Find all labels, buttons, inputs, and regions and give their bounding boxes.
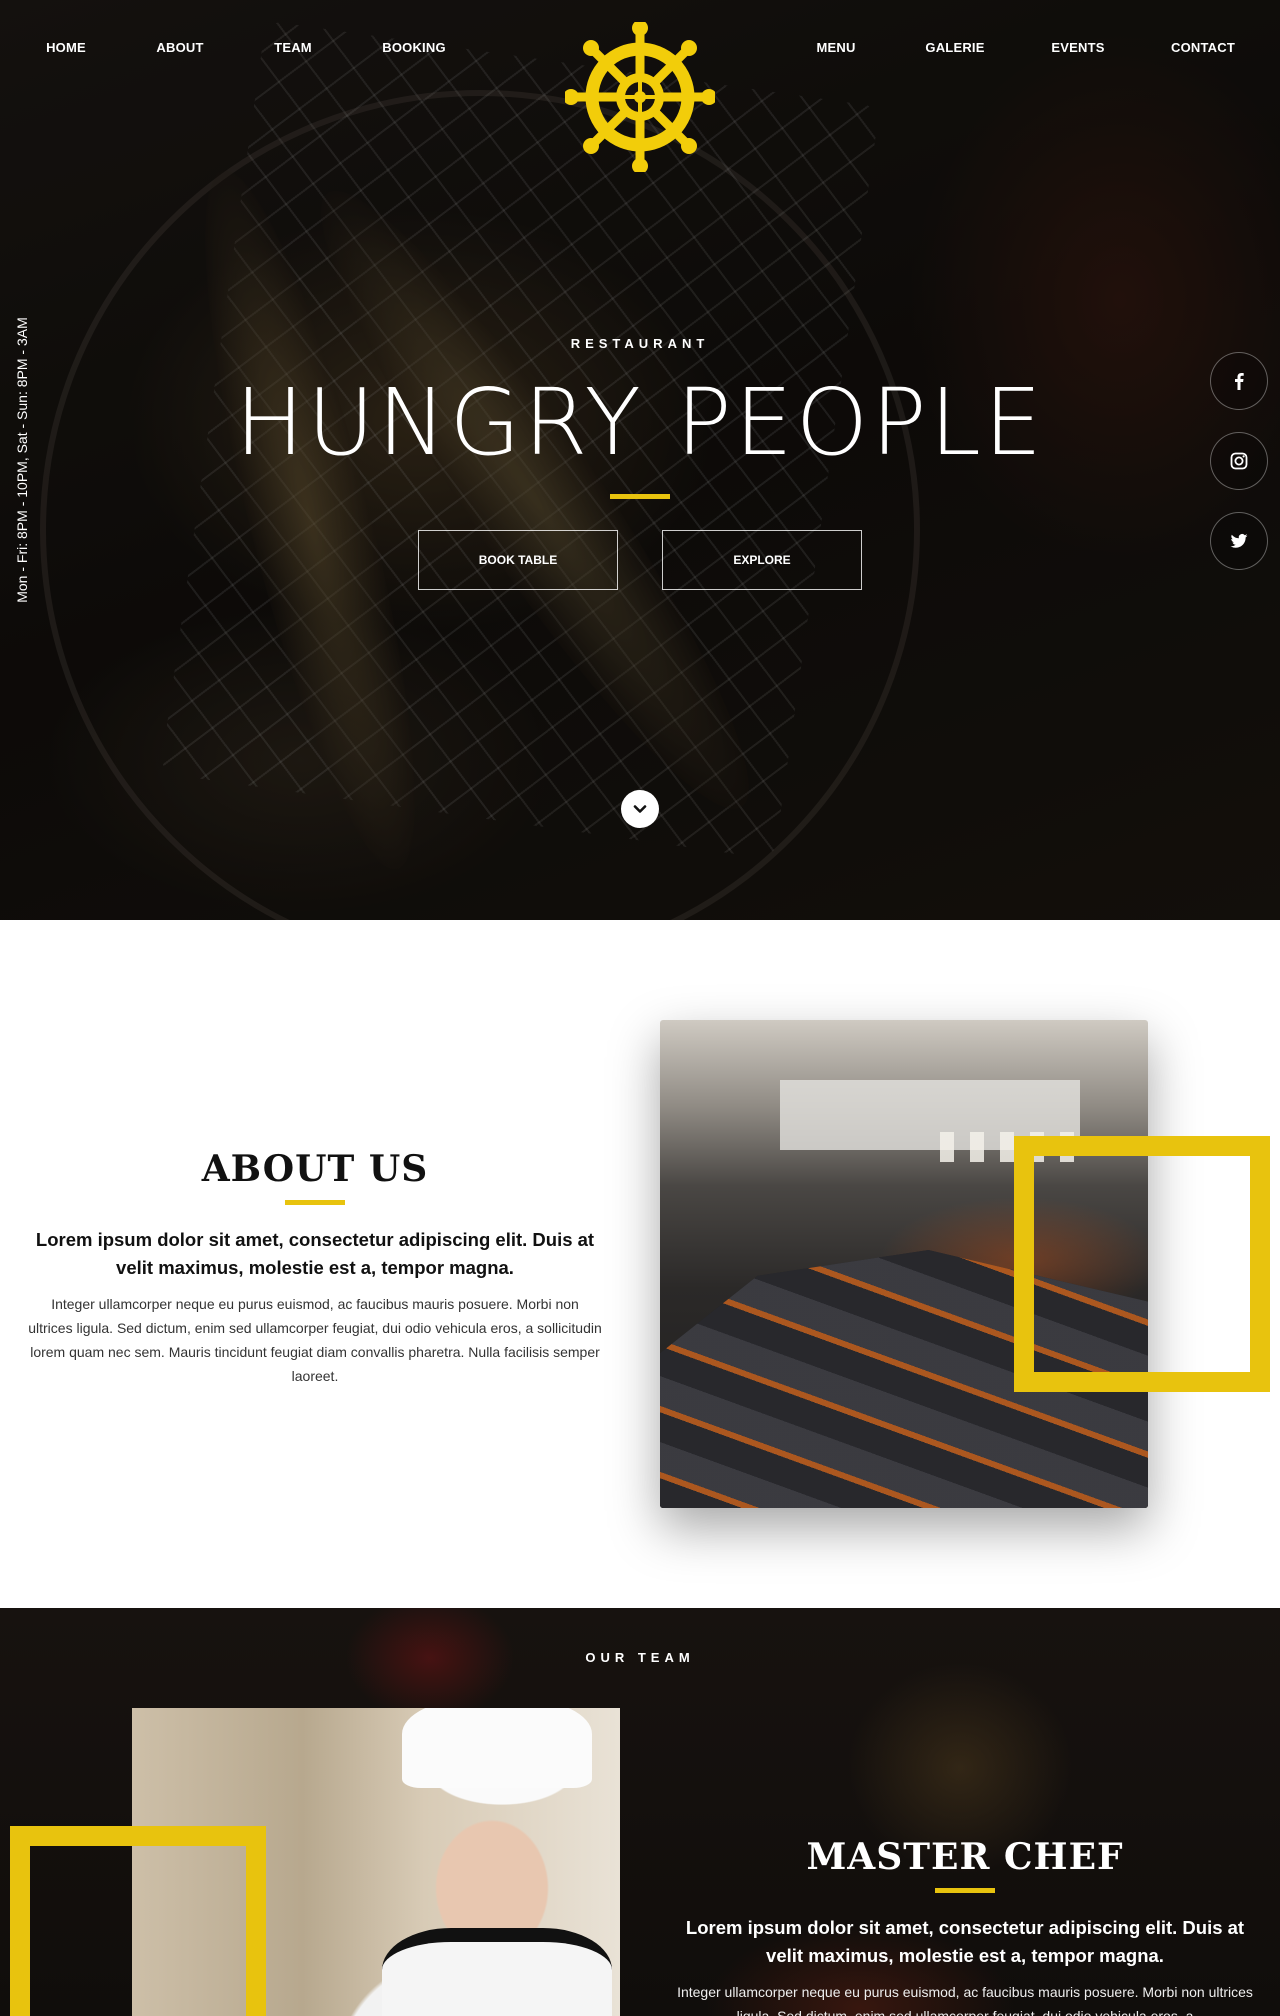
nav-contact[interactable]: CONTACT [1171,40,1235,55]
team-eyebrow: OUR TEAM [585,1650,695,1665]
scroll-down-button[interactable] [621,790,659,828]
chef-jacket-decoration [382,1928,612,2016]
hero-title: HUNGRY PEOPLE [235,369,1045,476]
nav-galerie[interactable]: GALERIE [925,40,984,55]
accent-frame [10,1826,266,2016]
ship-wheel-icon[interactable] [563,20,717,174]
hero-section: HOME ABOUT TEAM BOOKING MENU GALERIE EVE… [0,0,1280,920]
team-section: OUR TEAM MASTER CHEF Lorem ipsum dolor s… [0,1608,1280,2016]
team-body-text: Integer ullamcorper neque eu purus euism… [677,1984,1253,2016]
about-body-text: Integer ullamcorper neque eu purus euism… [28,1296,602,1384]
team-title: MASTER CHEF [806,1836,1124,1878]
twitter-icon[interactable] [1210,512,1268,570]
nav-about[interactable]: ABOUT [156,40,203,55]
nav-booking[interactable]: BOOKING [382,40,446,55]
team-lead-text: Lorem ipsum dolor sit amet, consectetur … [685,1917,1245,1966]
accent-divider [935,1888,995,1893]
book-table-button[interactable]: BOOK TABLE [418,530,618,590]
about-lead-text: Lorem ipsum dolor sit amet, consectetur … [35,1229,595,1278]
about-section: ABOUT US Lorem ipsum dolor sit amet, con… [0,920,1280,1608]
nav-events[interactable]: EVENTS [1051,40,1104,55]
nav-menu[interactable]: MENU [816,40,855,55]
chef-hat-decoration [402,1708,592,1788]
accent-divider [610,494,670,499]
chevron-down-icon [633,805,647,813]
nav-team[interactable]: TEAM [274,40,312,55]
accent-divider [285,1200,345,1205]
nav-home[interactable]: HOME [46,40,86,55]
hero-eyebrow: RESTAURANT [570,336,710,351]
about-title: ABOUT US [201,1148,429,1190]
accent-frame [1014,1136,1270,1392]
explore-button[interactable]: EXPLORE [662,530,862,590]
